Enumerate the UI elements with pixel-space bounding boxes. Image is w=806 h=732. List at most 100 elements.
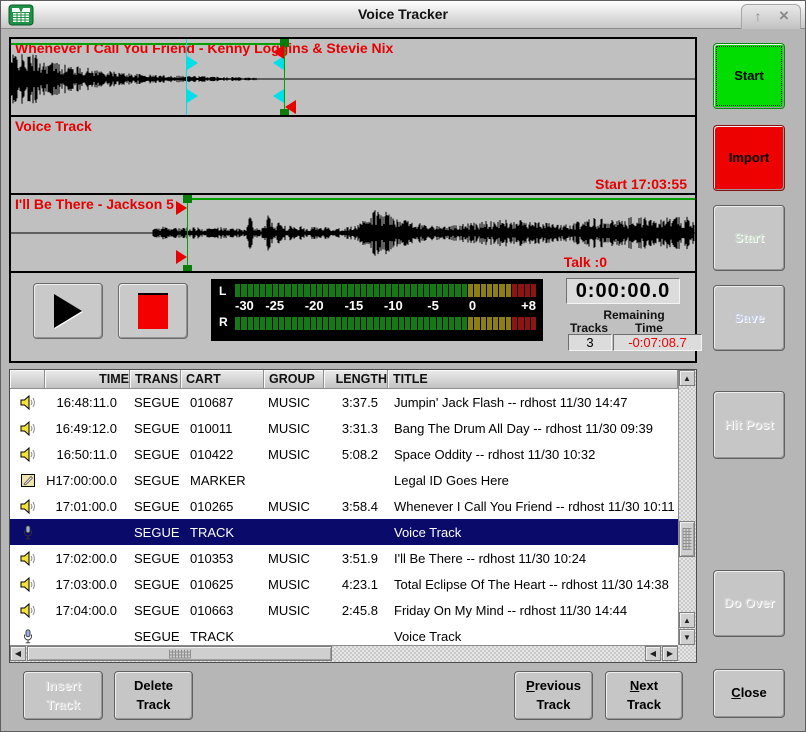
column-header-title[interactable]: TITLE: [388, 370, 678, 389]
table-row[interactable]: SEGUETRACKVoice Track: [10, 519, 678, 545]
cell-trans: SEGUE: [130, 603, 181, 618]
cell-length: 3:58.4: [324, 499, 388, 514]
start-marker-handle[interactable]: [183, 265, 192, 273]
table-row[interactable]: H17:00:00.0SEGUEMARKERLegal ID Goes Here: [10, 467, 678, 493]
column-header-icon[interactable]: [10, 370, 45, 389]
meter-segment: [525, 284, 530, 297]
vertical-scrollbar[interactable]: ▲ ▲ ▼: [678, 370, 696, 645]
horizontal-scrollbar-thumb[interactable]: [27, 646, 332, 661]
table-row[interactable]: 17:02:00.0SEGUE010353MUSIC3:51.9I'll Be …: [10, 545, 678, 571]
start-point-handle[interactable]: [176, 201, 187, 215]
import-button[interactable]: Import: [713, 125, 785, 191]
delete-track-button[interactable]: DeleteTrack: [114, 671, 193, 720]
meter-segment: [518, 284, 523, 297]
meter-segment: [380, 317, 385, 330]
column-header-trans[interactable]: TRANS: [130, 370, 181, 389]
cell-icon: [10, 525, 45, 540]
column-header-time[interactable]: TIME: [45, 370, 130, 389]
meter-segment: [392, 317, 397, 330]
column-header-cart[interactable]: CART: [181, 370, 264, 389]
elapsed-time-display: 0:00:00.0: [566, 278, 680, 304]
meter-segment: [374, 284, 379, 297]
start-next-button[interactable]: Start: [713, 205, 785, 271]
talk-marker-handle[interactable]: [187, 56, 198, 70]
scroll-down-icon[interactable]: ▼: [679, 629, 695, 645]
column-header-length[interactable]: LENGTH: [324, 370, 388, 389]
cell-length: 2:45.8: [324, 603, 388, 618]
start-recording-button[interactable]: Start: [713, 43, 785, 109]
meter-segment: [531, 317, 536, 330]
play-button[interactable]: [33, 283, 103, 339]
cell-cart: 010265: [181, 499, 264, 514]
table-row[interactable]: 16:50:11.0SEGUE010422MUSIC5:08.2Space Od…: [10, 441, 678, 467]
window-title: Voice Tracker: [1, 6, 805, 22]
meter-segment: [241, 317, 246, 330]
horizontal-scrollbar[interactable]: ◀ ◀ ▶: [10, 645, 678, 662]
meter-segment: [348, 284, 353, 297]
speaker-icon: [20, 551, 36, 566]
start-marker-line: [187, 195, 188, 271]
table-row[interactable]: 17:03:00.0SEGUE010625MUSIC4:23.1Total Ec…: [10, 571, 678, 597]
hit-post-button[interactable]: Hit Post: [713, 391, 785, 459]
stop-button[interactable]: [118, 283, 188, 339]
table-body: 16:48:11.0SEGUE010687MUSIC3:37.5Jumpin' …: [10, 389, 678, 645]
scroll-left-icon[interactable]: ◀: [645, 646, 661, 661]
meter-segment: [386, 284, 391, 297]
previous-track-button[interactable]: Previous Track: [514, 671, 593, 720]
meter-segment: [311, 284, 316, 297]
scroll-up-icon[interactable]: ▲: [679, 612, 695, 628]
scroll-up-icon[interactable]: ▲: [679, 370, 695, 386]
meter-segment: [329, 317, 334, 330]
table-row[interactable]: 17:01:00.0SEGUE010265MUSIC3:58.4Whenever…: [10, 493, 678, 519]
next-track-button[interactable]: Next Track: [605, 671, 683, 720]
meter-segment: [248, 317, 253, 330]
waveform-panel-outgoing-track[interactable]: Whenever I Call You Friend - Kenny Loggi…: [11, 39, 695, 117]
insert-track-button[interactable]: InsertTrack: [23, 671, 103, 720]
meter-left-label: L: [219, 284, 226, 298]
waveform-panel-incoming-track[interactable]: I'll Be There - Jackson 5 Talk :0: [11, 195, 695, 273]
meter-segment: [292, 284, 297, 297]
meter-segment: [235, 284, 240, 297]
start-point-handle[interactable]: [176, 250, 187, 264]
vertical-scrollbar-thumb[interactable]: [679, 521, 695, 557]
cell-trans: SEGUE: [130, 577, 181, 592]
table-header: TIMETRANSCARTGROUPLENGTHTITLE: [10, 370, 678, 389]
cell-time: 17:03:00.0: [45, 577, 130, 592]
remaining-time-value: -0:07:08.7: [613, 334, 702, 351]
meter-segment: [399, 284, 404, 297]
talk-marker-handle[interactable]: [187, 89, 198, 103]
cell-icon: [10, 395, 45, 410]
cell-title: Whenever I Call You Friend -- rdhost 11/…: [388, 499, 678, 514]
cell-group: MUSIC: [264, 447, 324, 462]
cell-title: I'll Be There -- rdhost 11/30 10:24: [388, 551, 678, 566]
meter-segment: [487, 284, 492, 297]
end-marker-handle[interactable]: [273, 45, 284, 59]
scroll-left-icon[interactable]: ◀: [10, 646, 26, 661]
talk-end-marker-handle[interactable]: [273, 89, 284, 103]
meter-segment: [380, 284, 385, 297]
table-row[interactable]: 16:48:11.0SEGUE010687MUSIC3:37.5Jumpin' …: [10, 389, 678, 415]
table-row[interactable]: 17:04:00.0SEGUE010663MUSIC2:45.8Friday O…: [10, 597, 678, 623]
do-over-button[interactable]: Do Over: [713, 570, 785, 637]
save-button[interactable]: Save: [713, 285, 785, 351]
cell-group: MUSIC: [264, 551, 324, 566]
meter-bar-right: [235, 317, 536, 330]
end-marker-handle[interactable]: [285, 100, 296, 114]
meter-segment: [392, 284, 397, 297]
waveform-panel-voice-track[interactable]: Voice Track Start 17:03:55: [11, 117, 695, 195]
close-icon[interactable]: ×: [774, 8, 794, 26]
cell-length: 3:31.3: [324, 421, 388, 436]
meter-segment: [468, 284, 473, 297]
meter-segment: [499, 317, 504, 330]
table-row[interactable]: 16:49:12.0SEGUE010011MUSIC3:31.3Bang The…: [10, 415, 678, 441]
shade-icon[interactable]: ↑: [748, 8, 768, 26]
meter-scale-tick: -25: [265, 298, 284, 313]
cell-title: Bang The Drum All Day -- rdhost 11/30 09…: [388, 421, 678, 436]
meter-segment: [279, 284, 284, 297]
close-button[interactable]: Close: [713, 669, 785, 718]
column-header-group[interactable]: GROUP: [264, 370, 324, 389]
table-row[interactable]: SEGUETRACKVoice Track: [10, 623, 678, 645]
meter-segment: [367, 284, 372, 297]
meter-segment: [266, 317, 271, 330]
scroll-right-icon[interactable]: ▶: [662, 646, 678, 661]
